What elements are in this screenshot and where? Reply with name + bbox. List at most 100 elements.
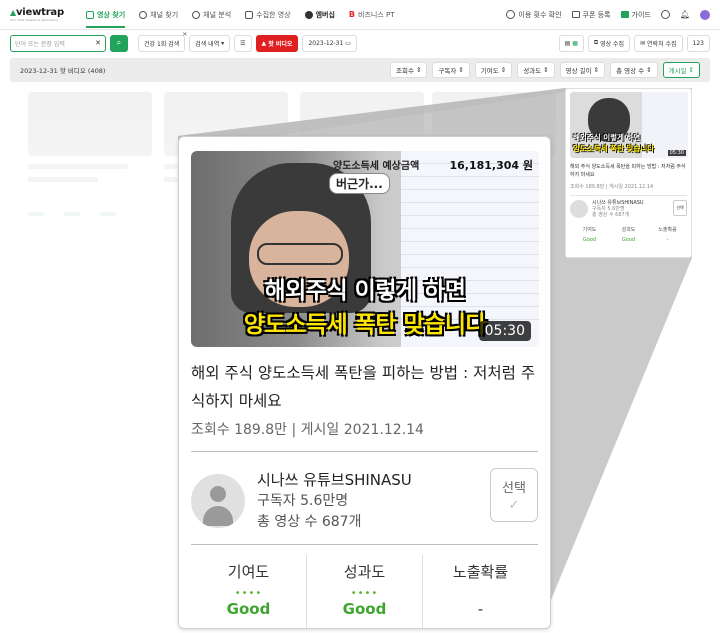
sort-total-videos[interactable]: 총 영상 수 ⇕ (610, 62, 658, 78)
grid-view-icon[interactable]: ▦ (572, 40, 578, 47)
clock-icon (506, 10, 516, 19)
stat-value: Good (582, 237, 597, 243)
clear-icon[interactable]: ✕ (95, 39, 101, 47)
thumbnail[interactable]: 양도소득세 예상금액 16,181,304 원 버근가... 해외주식 이렇게 … (191, 151, 539, 347)
sort-views[interactable]: 조회수 ⇕ (390, 62, 428, 78)
sort-contribution[interactable]: 기여도 ⇕ (474, 62, 513, 78)
count-value: 123 (692, 39, 704, 47)
channel-avatar[interactable] (191, 474, 245, 528)
divider (191, 544, 538, 545)
guide-link[interactable]: 가이드 (620, 10, 651, 20)
hot-video-label: 핫 비디오 (268, 40, 293, 48)
duration: 05:30 (667, 150, 686, 156)
thumbnail[interactable]: 해외 주식 양도소득세 폭탄을 피하는 방법 : 저처럼 주식하지 마세요 해외… (570, 92, 688, 158)
thumb-caption-1: 해외주식 이렇게 하면 (573, 133, 641, 142)
sort-label: 영상 길이 (565, 67, 592, 75)
nav-label: 비즈니스 PT (358, 10, 395, 19)
nav-item-channel-analysis[interactable]: 채널 분석 (192, 10, 231, 20)
stat-exposure: 노출확률 •••• - (423, 555, 538, 630)
sort-length[interactable]: 영상 길이 ⇕ (559, 62, 606, 78)
view-toggle[interactable]: ▤ ▦ (558, 34, 584, 52)
sort-label: 기여도 (480, 67, 499, 75)
calendar-icon: ▭ (345, 39, 351, 47)
recent-search-chip[interactable]: 건강 1회 검색 ✕ (138, 31, 187, 52)
business-b-icon: B (348, 10, 356, 19)
coupon-link[interactable]: 쿠폰 등록 (571, 10, 611, 20)
thumb-glasses (257, 243, 343, 265)
book-icon (620, 11, 629, 18)
logo-text: viewtrap (15, 7, 64, 18)
search-placeholder: 단어 또는 문장 입력 (15, 40, 65, 48)
search-button[interactable]: ⌕ (110, 34, 128, 52)
nav-item-collected-videos[interactable]: 수집한 영상 (245, 10, 291, 20)
stat-label: 성과도 (343, 563, 386, 581)
sort-subscribers[interactable]: 구독자 ⇕ (432, 62, 470, 78)
date-value: 2023-12-31 (308, 39, 344, 47)
channel-name[interactable]: 시나쓰 유튜브SHINASU (257, 470, 412, 491)
sort-icon: ⇕ (593, 66, 600, 74)
nav-item-channel-search[interactable]: 채널 찾기 (139, 10, 178, 20)
usage-link[interactable]: 이용 횟수 확인 (506, 10, 562, 20)
stat-value: - (477, 600, 484, 618)
total-videos: 총 영상 수 687개 (592, 212, 630, 218)
bell-icon[interactable]: 🔔︎ (680, 10, 690, 19)
chip-label: 건강 1회 검색 (144, 40, 180, 48)
thumb-amount-label: 양도소득세 예상금액 (333, 161, 420, 172)
sort-label: 총 영상 수 (616, 67, 645, 75)
video-card-zoomed[interactable]: 양도소득세 예상금액 16,181,304 원 버근가... 해외주식 이렇게 … (178, 136, 551, 630)
collect-video-button[interactable]: ⧉ 영상 수집 (587, 34, 631, 52)
thumb-amount: 16,181,304 원 (449, 159, 533, 172)
duration-badge: 05:30 (478, 321, 531, 341)
search-history-dropdown[interactable]: 검색 내역 ▾ (189, 34, 231, 52)
sort-date[interactable]: 게시일 ⇕ (662, 62, 700, 78)
search-icon: ⌕ (116, 38, 122, 47)
nav-label: 엠버십 (315, 10, 335, 19)
guide-label: 가이드 (631, 10, 651, 19)
date-picker[interactable]: 2023-12-31 ▭ (302, 34, 357, 52)
stat-value: Good (621, 237, 636, 243)
stat-performance: 성과도 •••• Good (307, 555, 423, 630)
stat-value: - (666, 237, 669, 243)
collect-video-label: 영상 수집 (600, 40, 625, 48)
hot-video-button[interactable]: ▲ 핫 비디오 (255, 34, 299, 52)
video-title[interactable]: 해외 주식 양도소득세 폭탄을 피하는 방법 : 저처럼 주식하지 마세요 (570, 163, 687, 179)
gear-icon[interactable] (660, 10, 670, 19)
stat-value: Good (342, 600, 387, 618)
avatar[interactable] (700, 9, 710, 20)
nav-item-business-pt[interactable]: B 비즈니스 PT (349, 10, 395, 20)
video-title[interactable]: 해외 주식 양도소득세 폭탄을 피하는 방법 : 저처럼 주식하지 마세요 (191, 359, 536, 415)
filter-bar: 2023-12-31 핫 비디오 (408) 조회수 ⇕ 구독자 ⇕ 기여도 ⇕ 성과… (10, 58, 710, 82)
sort-icon: ⇕ (646, 66, 652, 74)
sort-icon: ⇕ (500, 66, 507, 74)
channel-avatar[interactable] (570, 200, 588, 218)
sort-performance[interactable]: 성과도 ⇕ (517, 62, 555, 78)
filter-settings-button[interactable]: ☰ (234, 34, 252, 52)
select-button[interactable]: 선택 (673, 200, 687, 216)
stat-value: Good (226, 600, 271, 618)
stat-label: 성과도 (621, 227, 636, 233)
nav-item-video-search[interactable]: 영상 찾기 (85, 2, 126, 28)
search-input[interactable]: 단어 또는 문장 입력 ✕ (10, 34, 106, 52)
select-button[interactable]: 선택 ✓ (490, 468, 538, 522)
divider (191, 451, 538, 452)
nav-item-membership[interactable]: 엠버십 (304, 10, 335, 20)
stat-label: 노출확률 (452, 563, 509, 581)
close-icon[interactable]: ✕ (182, 31, 187, 38)
nav-label: 영상 찾기 (96, 10, 126, 19)
video-card-small[interactable]: 해외 주식 양도소득세 폭탄을 피하는 방법 : 저처럼 주식하지 마세요 해외… (565, 88, 692, 258)
chip-label: 검색 내역 (195, 40, 220, 48)
nav-label: 수집한 영상 (256, 10, 291, 19)
mail-icon: ✉ (640, 39, 646, 47)
collect-contact-button[interactable]: ✉ 연락처 수집 (634, 34, 683, 52)
logo[interactable]: ▲viewtrap Your Total Viewers & Applicati… (10, 7, 64, 22)
list-view-icon[interactable]: ▤ (565, 40, 571, 47)
thumb-bubble: 버근가... (329, 173, 390, 194)
sort-label: 구독자 (438, 67, 457, 75)
video-meta: 조회수 189.8만 | 게시일 2021.12.14 (570, 184, 654, 190)
sort-icon: ⇕ (543, 66, 549, 74)
collect-icon: ⧉ (593, 39, 599, 46)
stat-label: 노출확률 (658, 227, 677, 233)
fire-icon: ▲ (261, 39, 267, 47)
check-icon: ✓ (508, 498, 520, 513)
top-nav: ▲viewtrap Your Total Viewers & Applicati… (0, 0, 720, 30)
